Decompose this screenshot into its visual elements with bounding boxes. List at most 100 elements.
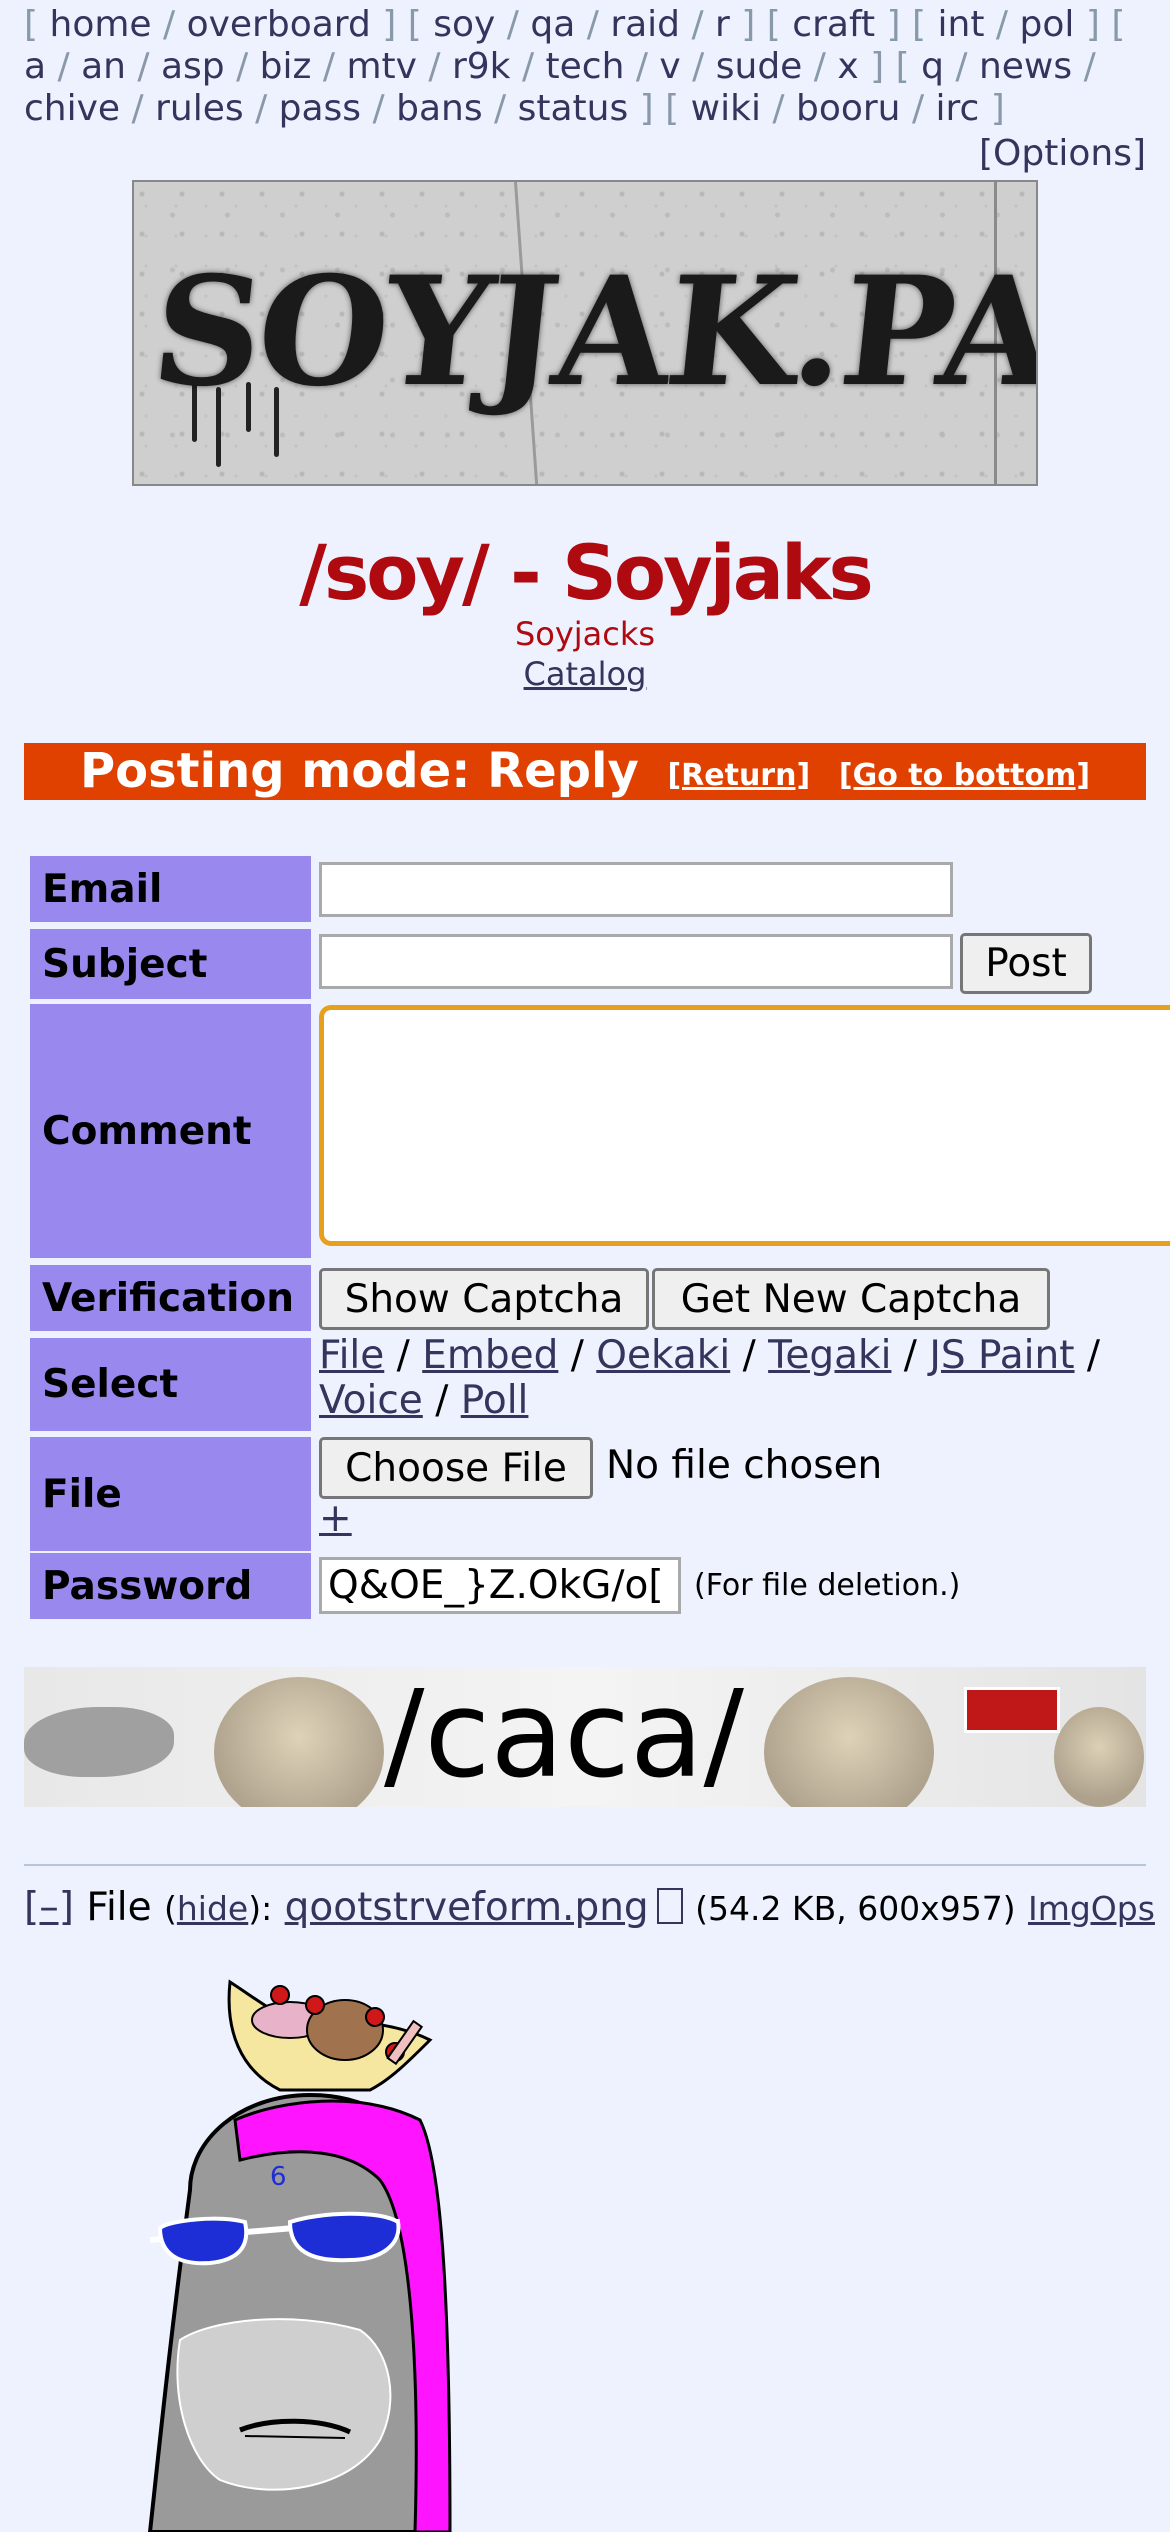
boardlist-link-soy[interactable]: soy bbox=[433, 4, 495, 45]
select-label: Select bbox=[30, 1338, 311, 1431]
board-ad-banner[interactable]: /caca/ bbox=[24, 1667, 1146, 1807]
boardlist-link-raid[interactable]: raid bbox=[610, 4, 680, 45]
boardlist-link-tech[interactable]: tech bbox=[546, 46, 625, 87]
post-file-info: [–] File (hide): qootstrveform.png (54.2… bbox=[24, 1885, 1155, 1930]
posting-mode-bar: Posting mode: Reply [Return] [Go to bott… bbox=[24, 743, 1146, 800]
boardlist-link-craft[interactable]: craft bbox=[792, 4, 875, 45]
boardlist-link-sude[interactable]: sude bbox=[716, 46, 803, 87]
select-link-embed[interactable]: Embed bbox=[422, 1333, 558, 1378]
boardlist-link-pol[interactable]: pol bbox=[1020, 4, 1075, 45]
options-link[interactable]: [Options] bbox=[979, 133, 1146, 175]
add-file-link[interactable]: + bbox=[319, 1496, 352, 1541]
boardlist-link-qa[interactable]: qa bbox=[530, 4, 575, 45]
select-link-tegaki[interactable]: Tegaki bbox=[768, 1333, 891, 1378]
site-banner-image[interactable]: SOYJAK.PARTY bbox=[132, 180, 1038, 486]
hide-link[interactable]: hide bbox=[177, 1889, 248, 1928]
divider bbox=[24, 1864, 1146, 1866]
post-toggle-button[interactable]: [–] bbox=[24, 1885, 74, 1930]
board-title: /soy/ - Soyjaks bbox=[299, 528, 874, 617]
password-note: (For file deletion.) bbox=[694, 1568, 961, 1603]
post-button[interactable]: Post bbox=[960, 933, 1092, 994]
select-mode-links: File / Embed / Oekaki / Tegaki / JS Pain… bbox=[319, 1333, 1159, 1423]
boardlist-link-asp[interactable]: asp bbox=[161, 46, 225, 87]
boardlist-link-booru[interactable]: booru bbox=[796, 88, 901, 129]
file-name-link[interactable]: qootstrveform.png bbox=[285, 1885, 649, 1930]
email-label: Email bbox=[30, 856, 311, 922]
boardlist-link-r[interactable]: r bbox=[715, 4, 730, 45]
boardlist-link-v[interactable]: v bbox=[659, 46, 680, 87]
boardlist-link-bans[interactable]: bans bbox=[396, 88, 482, 129]
separator: / bbox=[558, 1333, 597, 1378]
boardlist-link-mtv[interactable]: mtv bbox=[346, 46, 417, 87]
choose-file-button[interactable]: Choose File bbox=[319, 1437, 593, 1499]
bracket: [ bbox=[766, 4, 793, 45]
separator: / bbox=[575, 4, 611, 45]
boardlist-link-pass[interactable]: pass bbox=[279, 88, 361, 129]
separator: / bbox=[243, 88, 279, 129]
bracket: [ bbox=[24, 4, 50, 45]
subject-field[interactable] bbox=[319, 934, 953, 989]
file-prefix: File bbox=[86, 1885, 152, 1930]
separator: / bbox=[984, 4, 1020, 45]
boardlist-link-irc[interactable]: irc bbox=[936, 88, 980, 129]
bracket: ] bbox=[628, 88, 666, 129]
external-link-icon[interactable] bbox=[656, 1888, 683, 1924]
boardlist-link-rules[interactable]: rules bbox=[155, 88, 244, 129]
verification-label: Verification bbox=[30, 1265, 311, 1331]
separator: / bbox=[495, 4, 531, 45]
bracket: [ bbox=[895, 46, 922, 87]
select-link-js-paint[interactable]: JS Paint bbox=[929, 1333, 1074, 1378]
boardlist-link-biz[interactable]: biz bbox=[260, 46, 312, 87]
show-captcha-button[interactable]: Show Captcha bbox=[319, 1268, 649, 1330]
separator: / bbox=[943, 46, 979, 87]
banner-hand-graphic bbox=[24, 1707, 174, 1777]
separator: / bbox=[760, 88, 796, 129]
boardlist-link-int[interactable]: int bbox=[938, 4, 985, 45]
comment-label: Comment bbox=[30, 1004, 311, 1258]
catalog-link[interactable]: Catalog bbox=[524, 655, 647, 693]
bracket: ] bbox=[1074, 4, 1112, 45]
comment-textarea[interactable] bbox=[319, 1005, 1170, 1246]
boardlist-link-wiki[interactable]: wiki bbox=[691, 88, 761, 129]
bracket: [ bbox=[1111, 4, 1126, 45]
bracket: ] bbox=[979, 88, 1005, 129]
go-to-bottom-link[interactable]: [Go to bottom] bbox=[839, 758, 1090, 793]
boardlist-link-chive[interactable]: chive bbox=[24, 88, 120, 129]
return-link[interactable]: [Return] bbox=[667, 758, 810, 793]
imgops-link[interactable]: ImgOps bbox=[1028, 1889, 1155, 1928]
boardlist-link-overboard[interactable]: overboard bbox=[187, 4, 371, 45]
post-image-thumbnail[interactable]: 6 bbox=[130, 1960, 530, 2532]
boardlist-link-status[interactable]: status bbox=[518, 88, 629, 129]
separator: / bbox=[361, 88, 397, 129]
email-field[interactable] bbox=[319, 862, 953, 917]
no-file-chosen-text: No file chosen bbox=[606, 1443, 883, 1488]
separator: / bbox=[624, 46, 660, 87]
bracket: [ bbox=[912, 4, 938, 45]
select-link-file[interactable]: File bbox=[319, 1333, 384, 1378]
separator: / bbox=[125, 46, 161, 87]
bracket: ] bbox=[370, 4, 408, 45]
boardlist-link-news[interactable]: news bbox=[979, 46, 1072, 87]
select-link-poll[interactable]: Poll bbox=[461, 1378, 529, 1423]
separator: / bbox=[482, 88, 518, 129]
banner-sign bbox=[964, 1687, 1060, 1733]
separator: / bbox=[891, 1333, 930, 1378]
boardlist-link-q[interactable]: q bbox=[921, 46, 944, 87]
separator: / bbox=[416, 46, 452, 87]
get-new-captcha-button[interactable]: Get New Captcha bbox=[652, 1268, 1050, 1330]
subject-label: Subject bbox=[30, 929, 311, 999]
boardlist-link-x[interactable]: x bbox=[837, 46, 858, 87]
add-file-wrap: + bbox=[319, 1494, 352, 1544]
bracket: ] bbox=[875, 4, 913, 45]
select-link-oekaki[interactable]: Oekaki bbox=[596, 1333, 730, 1378]
password-label: Password bbox=[30, 1553, 311, 1619]
separator: / bbox=[1072, 46, 1096, 87]
board-navigation: [ home / overboard ] [ soy / qa / raid /… bbox=[24, 4, 1146, 130]
password-field[interactable]: Q&OE_}Z.OkG/o[ bbox=[319, 1557, 681, 1614]
boardlist-link-a[interactable]: a bbox=[24, 46, 46, 87]
boardlist-link-home[interactable]: home bbox=[50, 4, 152, 45]
boardlist-link-r9k[interactable]: r9k bbox=[452, 46, 511, 87]
banner-soyjak-face bbox=[764, 1677, 934, 1807]
select-link-voice[interactable]: Voice bbox=[319, 1378, 423, 1423]
boardlist-link-an[interactable]: an bbox=[81, 46, 126, 87]
